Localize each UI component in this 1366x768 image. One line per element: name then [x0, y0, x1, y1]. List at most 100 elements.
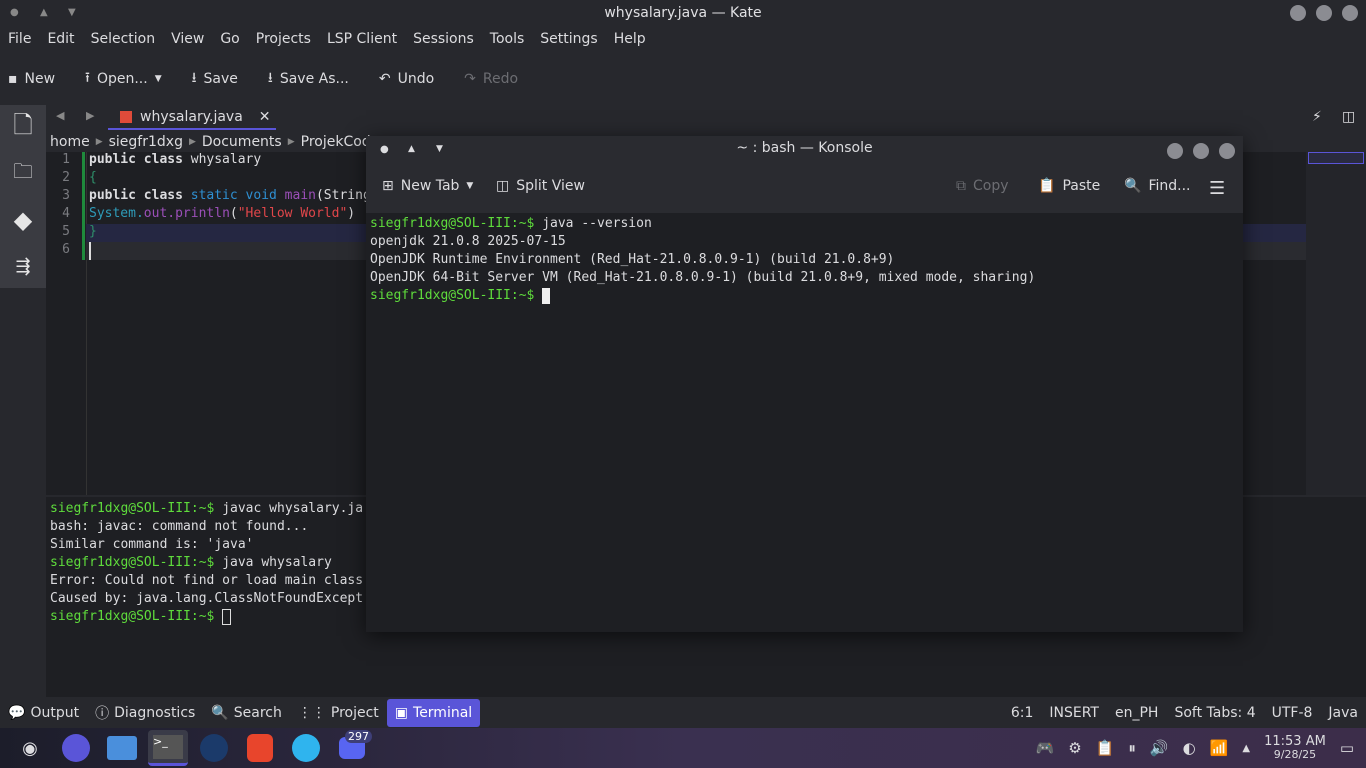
folder-icon[interactable]: 🗀 [0, 151, 46, 197]
app-launcher-icon[interactable]: ◉ [10, 730, 50, 766]
breadcrumb-user[interactable]: siegfr1dxg [109, 134, 183, 150]
brave-icon[interactable] [240, 730, 280, 766]
notification-badge: 297 [345, 730, 372, 743]
window-title: whysalary.java — Kate [604, 5, 762, 21]
close-tab-icon[interactable]: ✕ [259, 109, 271, 125]
download-icon: ⭳ [191, 70, 197, 86]
redo-icon: ↷ [464, 71, 476, 87]
tray-expand-icon[interactable]: ▲ [1242, 743, 1250, 754]
save-as-button[interactable]: ⭳ Save As... [268, 67, 349, 91]
project-tab[interactable]: ⋮⋮ Project [290, 699, 387, 727]
tab-next-icon[interactable]: ▶ [86, 109, 94, 122]
undo-button[interactable]: ↶ Undo [379, 71, 434, 87]
code-line: public class whysalary [89, 152, 262, 167]
paste-button[interactable]: 📋 Paste [1038, 178, 1100, 194]
split-view-icon[interactable]: ◫ [1342, 109, 1355, 125]
terminal-cursor [222, 608, 232, 625]
split-view-button[interactable]: ◫ Split View [496, 178, 585, 194]
close-button[interactable] [1219, 143, 1235, 159]
save-as-icon: ⭳ [267, 70, 273, 86]
dropdown-arrow-icon[interactable]: ▼ [466, 181, 473, 191]
maximize-button[interactable] [1316, 5, 1332, 21]
close-button[interactable] [1342, 5, 1358, 21]
minimap[interactable] [1306, 152, 1366, 495]
minimize-button[interactable] [1167, 143, 1183, 159]
keep-above-icon[interactable]: ▲ [40, 0, 48, 26]
upload-icon: ⭱ [85, 70, 90, 86]
menu-view[interactable]: View [163, 26, 212, 52]
status-bar: 💬 Output ⓘ Diagnostics 🔍 Search ⋮⋮ Project ▣… [0, 697, 1366, 728]
menu-settings[interactable]: Settings [532, 26, 605, 52]
menu-sessions[interactable]: Sessions [405, 26, 482, 52]
new-button[interactable]: ▪ New [8, 71, 55, 87]
menu-go[interactable]: Go [212, 26, 247, 52]
menu-selection[interactable]: Selection [83, 26, 164, 52]
indentation[interactable]: Soft Tabs: 4 [1166, 699, 1263, 727]
code-line: { [89, 170, 97, 185]
keep-below-icon[interactable]: ▼ [68, 0, 76, 26]
konsole-title: ~ : bash — Konsole [736, 140, 873, 156]
copy-button[interactable]: ⧉ Copy [956, 178, 1009, 194]
steam-tray-icon[interactable]: ⚙ [1068, 739, 1081, 757]
clipboard-icon[interactable]: 📋 [1096, 739, 1115, 757]
menu-projects[interactable]: Projects [248, 26, 319, 52]
line-number: 3 [62, 188, 70, 203]
git-icon[interactable]: ◆ [0, 197, 46, 243]
breadcrumb: home ▶ siegfr1dxg ▶ Documents ▶ ProjekCods [50, 134, 378, 150]
title-bar: ● ▲ ▼ whysalary.java — Kate [0, 0, 1366, 26]
file-manager-icon[interactable] [102, 730, 142, 766]
search-tab[interactable]: 🔍 Search [203, 699, 290, 727]
show-desktop-icon[interactable]: ▭ [1340, 739, 1354, 757]
output-tab[interactable]: 💬 Output [0, 699, 87, 727]
discord-icon[interactable]: 297 [332, 730, 372, 766]
cursor-position[interactable]: 6:1 [1003, 699, 1042, 727]
undo-icon: ↶ [378, 71, 391, 87]
symbols-icon[interactable]: ⇶ [0, 243, 46, 289]
tab-whysalary-java[interactable]: whysalary.java ✕ [108, 105, 276, 130]
toggle-icon[interactable] [56, 730, 96, 766]
volume-icon[interactable]: 🔊 [1150, 739, 1169, 757]
line-number: 5 [62, 224, 70, 239]
quick-open-icon[interactable]: ⚡ [1312, 109, 1322, 125]
breadcrumb-documents[interactable]: Documents [202, 134, 282, 150]
split-view-icon: ◫ [496, 178, 510, 194]
code-line: public class static void main(String [89, 188, 371, 203]
toolbar: ▪ New ⭱ Open... ▼ ⭳ Save ⭳ Save As... ↶ Undo ↷… [8, 64, 548, 94]
konsole-terminal[interactable]: siegfr1dxg@SOL-III:~$ java --version ope… [370, 215, 1035, 305]
redo-button[interactable]: ↷ Redo [464, 71, 518, 87]
hamburger-menu-icon[interactable]: ☰ [1209, 178, 1225, 199]
line-number: 1 [62, 152, 70, 167]
search-icon: 🔍 [211, 704, 229, 721]
konsole-taskbar-icon[interactable]: >_ [148, 730, 188, 766]
tab-prev-icon[interactable]: ◀ [56, 109, 64, 122]
dropdown-arrow-icon[interactable]: ▼ [155, 74, 162, 84]
menu-help[interactable]: Help [606, 26, 654, 52]
input-mode[interactable]: INSERT [1041, 699, 1107, 727]
diagnostics-tab[interactable]: ⓘ Diagnostics [87, 699, 203, 727]
menu-file[interactable]: File [0, 26, 39, 52]
syntax-mode[interactable]: Java [1320, 699, 1366, 727]
menu-tools[interactable]: Tools [482, 26, 533, 52]
steam-icon[interactable] [194, 730, 234, 766]
wifi-icon[interactable]: 📶 [1210, 739, 1229, 757]
menu-lsp-client[interactable]: LSP Client [319, 26, 405, 52]
line-number: 2 [62, 170, 70, 185]
media-pause-icon[interactable]: ⏸ [1128, 739, 1136, 757]
open-button[interactable]: ⭱ Open... ▼ [85, 67, 162, 91]
save-button[interactable]: ⭳ Save [192, 67, 238, 91]
clock[interactable]: 11:53 AM 9/28/25 [1264, 735, 1326, 761]
kdeconnect-icon[interactable] [286, 730, 326, 766]
maximize-button[interactable] [1193, 143, 1209, 159]
breadcrumb-home[interactable]: home [50, 134, 90, 150]
encoding[interactable]: UTF-8 [1264, 699, 1321, 727]
new-tab-button[interactable]: ⊞ New Tab ▼ [382, 178, 473, 194]
terminal-tab[interactable]: ▣ Terminal [386, 698, 481, 727]
dictionary[interactable]: en_PH [1107, 699, 1166, 727]
discord-tray-icon[interactable]: 🎮 [1036, 739, 1055, 757]
menu-edit[interactable]: Edit [39, 26, 82, 52]
brightness-icon[interactable]: ◐ [1183, 739, 1196, 757]
window-menu-icon[interactable]: ● [10, 0, 19, 26]
documents-icon[interactable]: 🗋 [0, 105, 46, 151]
find-button[interactable]: 🔍 Find... [1124, 178, 1190, 194]
minimize-button[interactable] [1290, 5, 1306, 21]
